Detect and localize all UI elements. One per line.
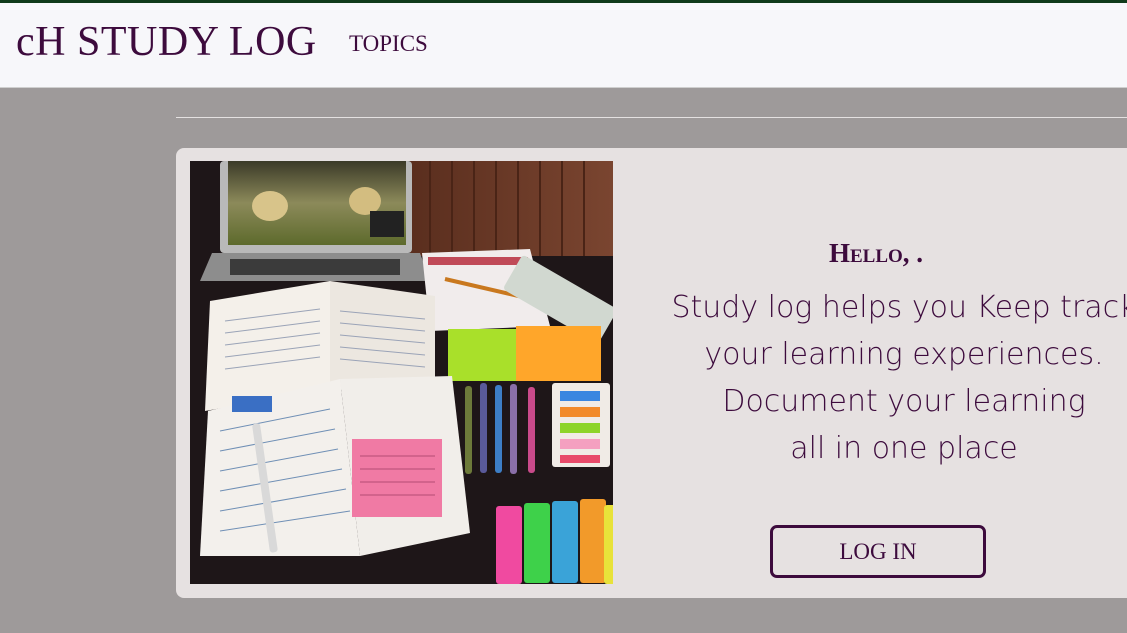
tagline-line-1: Study log helps you Keep track xyxy=(671,290,1127,325)
tagline-line-2: your learning experiences. xyxy=(704,337,1104,372)
divider xyxy=(176,117,1127,118)
login-button[interactable]: LOG IN xyxy=(770,525,986,578)
greeting-heading: Hello, . xyxy=(829,238,924,268)
nav-link-topics[interactable]: TOPICS xyxy=(349,32,428,55)
hero-card: Hello, . Study log helps you Keep track … xyxy=(176,148,1127,598)
brand-logo[interactable]: cH STUDY LOG xyxy=(16,21,317,63)
tagline-line-4: all in one place xyxy=(790,431,1018,466)
study-desk-photo xyxy=(190,161,613,584)
tagline-line-3: Document your learning xyxy=(722,384,1086,419)
tagline: Study log helps you Keep track your lear… xyxy=(624,284,1127,472)
navbar: cH STUDY LOG TOPICS xyxy=(0,3,1127,88)
